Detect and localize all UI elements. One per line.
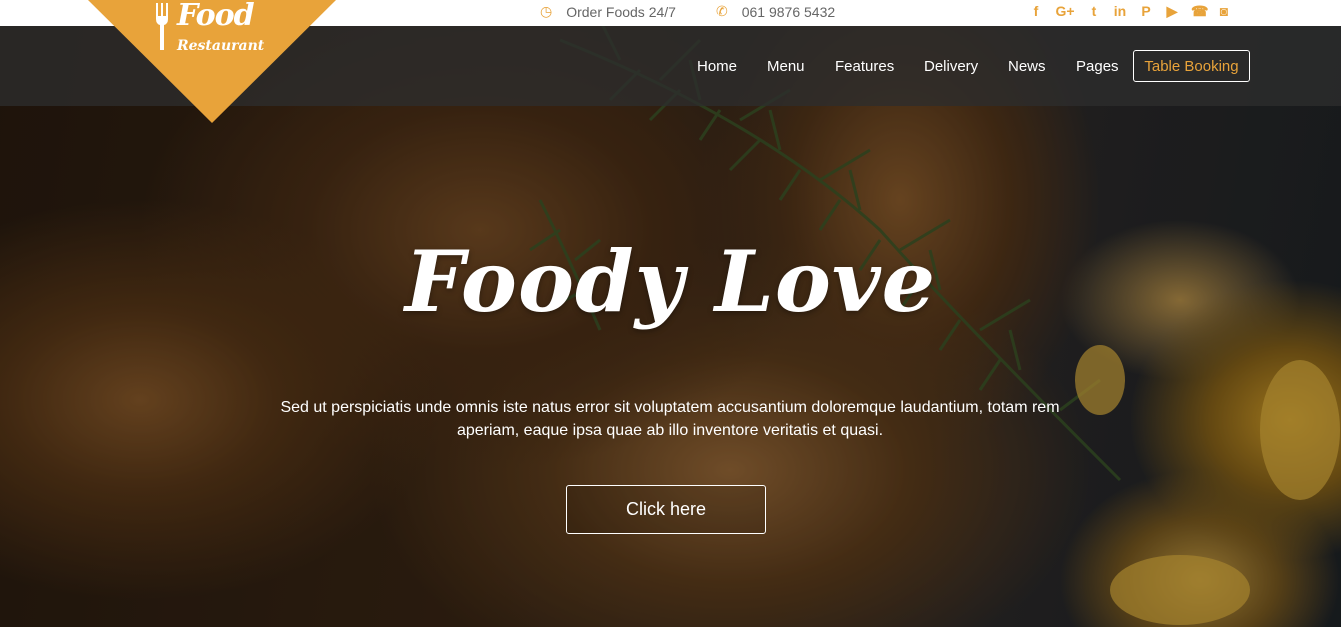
logo-title: Food — [177, 0, 255, 33]
logo[interactable]: Food Restaurant — [155, 0, 275, 60]
google-plus-icon[interactable]: G+ — [1055, 3, 1075, 20]
camera-icon[interactable]: ◙ — [1217, 3, 1231, 20]
linkedin-icon[interactable]: in — [1113, 3, 1127, 20]
logo-subtitle: Restaurant — [177, 38, 265, 54]
nav-delivery[interactable]: Delivery — [924, 58, 978, 75]
fork-icon — [156, 3, 168, 50]
hero-description: Sed ut perspiciatis unde omnis iste natu… — [280, 399, 1060, 439]
phone-icon[interactable]: ☎ — [1191, 3, 1208, 20]
pinterest-icon[interactable]: P — [1139, 3, 1153, 20]
facebook-icon[interactable]: f — [1029, 3, 1043, 20]
click-here-button[interactable]: Click here — [566, 485, 766, 534]
order-hours-text: Order Foods 24/7 — [566, 3, 676, 20]
clock-icon: ◷ — [540, 3, 553, 19]
twitter-icon[interactable]: t — [1087, 3, 1101, 20]
phone-icon: ✆ — [716, 3, 728, 19]
nav-news[interactable]: News — [1008, 58, 1046, 75]
social-links: f G+ t in P ▶ ☎ ◙ — [1029, 3, 1231, 20]
order-hours: ◷ Order Foods 24/7 — [540, 3, 676, 20]
table-booking-button[interactable]: Table Booking — [1133, 50, 1250, 82]
nav-features[interactable]: Features — [835, 58, 894, 75]
nav-home[interactable]: Home — [697, 58, 737, 75]
youtube-icon[interactable]: ▶ — [1165, 3, 1179, 20]
contact-phone: ✆ 061 9876 5432 — [716, 3, 835, 20]
phone-number-text: 061 9876 5432 — [741, 3, 836, 20]
nav-menu[interactable]: Menu — [767, 58, 805, 75]
nav-pages[interactable]: Pages — [1076, 58, 1119, 75]
hero-title: Foody Love — [404, 232, 937, 331]
